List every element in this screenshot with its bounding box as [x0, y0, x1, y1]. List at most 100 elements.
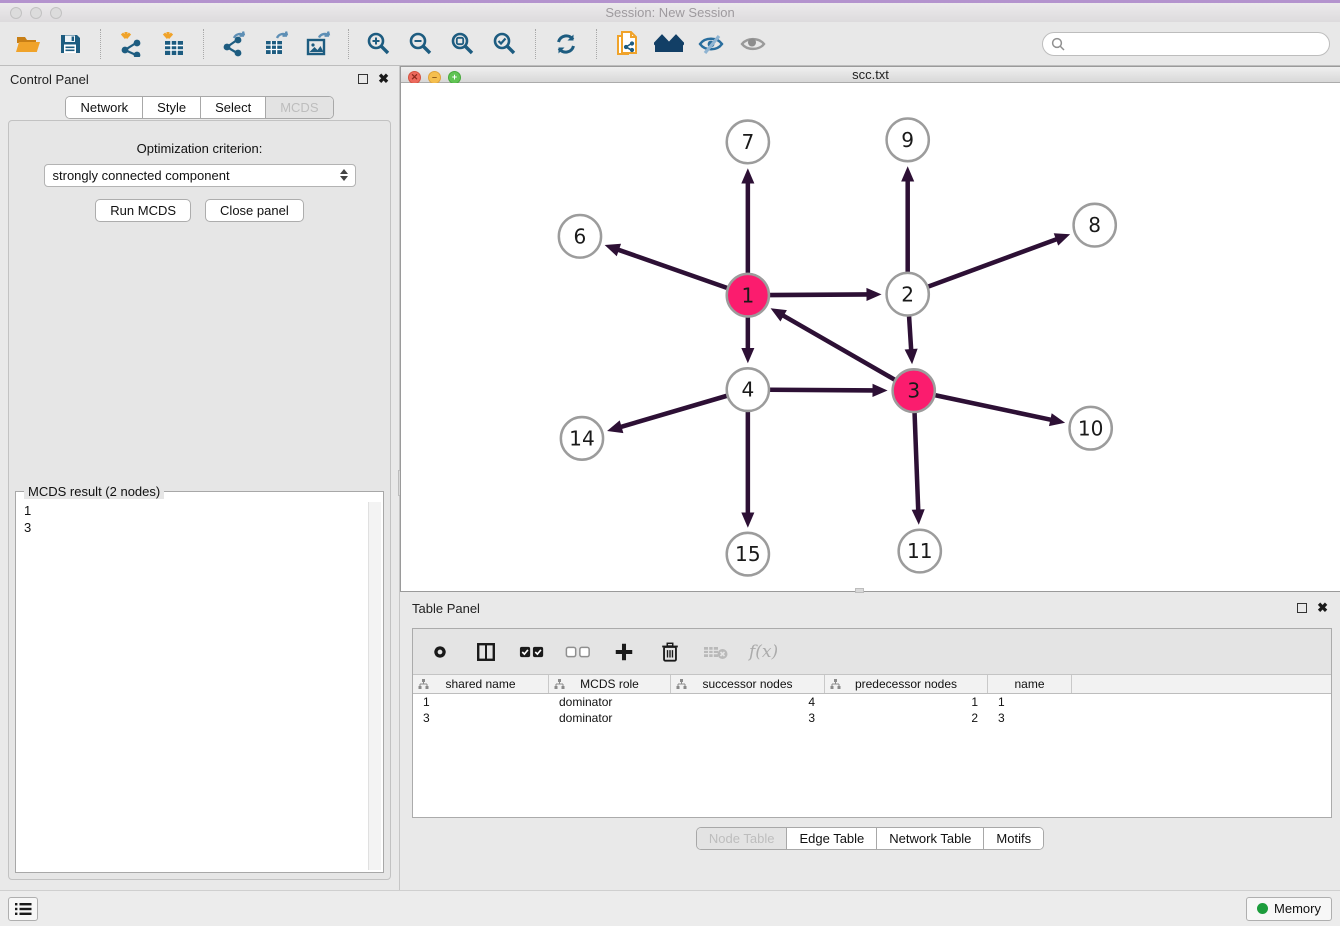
save-session-button[interactable] [52, 26, 88, 62]
zoom-out-button[interactable] [403, 26, 439, 62]
window-title: Session: New Session [605, 5, 734, 20]
tab-edge-table[interactable]: Edge Table [787, 828, 877, 849]
control-panel-header: Control Panel ✖ [0, 66, 399, 92]
table-cell[interactable]: 3 [988, 711, 1072, 725]
deselect-all-button[interactable] [565, 639, 591, 665]
close-panel-button[interactable]: Close panel [205, 199, 304, 222]
tab-network[interactable]: Network [66, 97, 143, 118]
zoom-out-icon [408, 31, 434, 57]
import-network-button[interactable] [113, 26, 149, 62]
export-network-button[interactable] [216, 26, 252, 62]
delete-table-button[interactable] [703, 639, 729, 665]
select-all-icon [519, 644, 545, 660]
close-panel-icon[interactable]: ✖ [378, 74, 389, 84]
close-window-button[interactable] [10, 7, 22, 19]
network-graph[interactable]: 7968124314101511 [401, 83, 1340, 591]
graph-edge-4-3[interactable] [770, 390, 875, 391]
select-stepper-icon [340, 169, 348, 181]
tab-motifs[interactable]: Motifs [984, 828, 1043, 849]
table-row[interactable]: 3dominator323 [413, 710, 1331, 726]
float-panel-icon[interactable] [358, 74, 368, 84]
table-cell[interactable]: dominator [549, 695, 671, 709]
import-table-button[interactable] [155, 26, 191, 62]
column-header-successor-nodes[interactable]: successor nodes [671, 675, 825, 693]
graph-edge-4-14[interactable] [620, 396, 727, 427]
window-titlebar: Session: New Session [0, 0, 1340, 22]
select-all-button[interactable] [519, 639, 545, 665]
graph-node-label-2: 2 [901, 283, 914, 307]
show-panel-button[interactable] [735, 26, 771, 62]
table-cell[interactable]: 1 [413, 695, 549, 709]
memory-button[interactable]: Memory [1246, 897, 1332, 921]
network-window-titlebar: ✕ – + scc.txt [401, 67, 1340, 83]
home-button[interactable] [651, 26, 687, 62]
delete-column-button[interactable] [657, 639, 683, 665]
table-splitter-handle[interactable] [855, 588, 864, 593]
graph-edge-3-10[interactable] [935, 396, 1052, 421]
graph-edge-2-8[interactable] [928, 239, 1057, 287]
zoom-selected-button[interactable] [487, 26, 523, 62]
graph-edge-3-11[interactable] [915, 413, 919, 512]
column-header-shared-name[interactable]: shared name [413, 675, 549, 693]
search-field[interactable] [1042, 32, 1330, 56]
export-table-button[interactable] [258, 26, 294, 62]
table-cell[interactable]: 1 [825, 695, 988, 709]
zoom-in-button[interactable] [361, 26, 397, 62]
column-header-name[interactable]: name [988, 675, 1072, 693]
graph-edge-3-1[interactable] [782, 315, 895, 380]
tab-mcds[interactable]: MCDS [266, 97, 332, 118]
close-table-panel-icon[interactable]: ✖ [1317, 603, 1328, 613]
column-header-predecessor-nodes[interactable]: predecessor nodes [825, 675, 988, 693]
graph-edge-2-3[interactable] [909, 317, 911, 352]
graph-node-label-7: 7 [741, 130, 754, 154]
minimize-window-button[interactable] [30, 7, 42, 19]
mcds-result-list[interactable]: 13 [18, 502, 381, 870]
float-table-panel-icon[interactable] [1297, 603, 1307, 613]
save-session-icon [58, 32, 82, 56]
table-panel-title: Table Panel [412, 601, 480, 616]
add-column-button[interactable] [611, 639, 637, 665]
tab-network-table[interactable]: Network Table [877, 828, 984, 849]
maximize-window-button[interactable] [50, 7, 62, 19]
result-scrollbar[interactable] [368, 502, 381, 870]
network-canvas[interactable]: 7968124314101511 [401, 83, 1340, 591]
graph-node-label-3: 3 [907, 379, 920, 403]
main-toolbar [0, 22, 1340, 66]
graph-edge-1-6[interactable] [617, 250, 727, 289]
task-history-button[interactable] [8, 897, 38, 921]
table-cell[interactable]: 1 [988, 695, 1072, 709]
column-header-MCDS-role[interactable]: MCDS role [549, 675, 671, 693]
function-builder-button[interactable]: f(x) [749, 639, 778, 665]
export-image-icon [305, 31, 331, 57]
network-close-button[interactable]: ✕ [408, 71, 421, 84]
toolbar-separator [100, 29, 101, 59]
export-image-button[interactable] [300, 26, 336, 62]
table-cell[interactable]: 4 [671, 695, 825, 709]
zoom-fit-button[interactable] [445, 26, 481, 62]
column-type-icon [418, 679, 429, 690]
selected-criterion: strongly connected component [53, 168, 230, 183]
tab-node-table[interactable]: Node Table [697, 828, 788, 849]
refresh-view-button[interactable] [548, 26, 584, 62]
table-cell[interactable]: dominator [549, 711, 671, 725]
new-network-button[interactable] [609, 26, 645, 62]
tab-select[interactable]: Select [201, 97, 266, 118]
graph-edge-1-2[interactable] [770, 295, 869, 296]
network-minimize-button[interactable]: – [428, 71, 441, 84]
export-table-icon [263, 31, 289, 57]
search-input[interactable] [1070, 37, 1321, 51]
table-settings-button[interactable] [427, 639, 453, 665]
optimization-criterion-select[interactable]: strongly connected component [44, 164, 356, 187]
table-row[interactable]: 1dominator411 [413, 694, 1331, 710]
tab-style[interactable]: Style [143, 97, 201, 118]
graph-edge-arrowhead [607, 421, 623, 434]
network-maximize-button[interactable]: + [448, 71, 461, 84]
table-cell[interactable]: 3 [671, 711, 825, 725]
column-layout-button[interactable] [473, 639, 499, 665]
run-mcds-button[interactable]: Run MCDS [95, 199, 191, 222]
table-cell[interactable]: 3 [413, 711, 549, 725]
hide-panel-button[interactable] [693, 26, 729, 62]
open-session-button[interactable] [10, 26, 46, 62]
function-builder-icon: f(x) [749, 642, 778, 662]
table-cell[interactable]: 2 [825, 711, 988, 725]
